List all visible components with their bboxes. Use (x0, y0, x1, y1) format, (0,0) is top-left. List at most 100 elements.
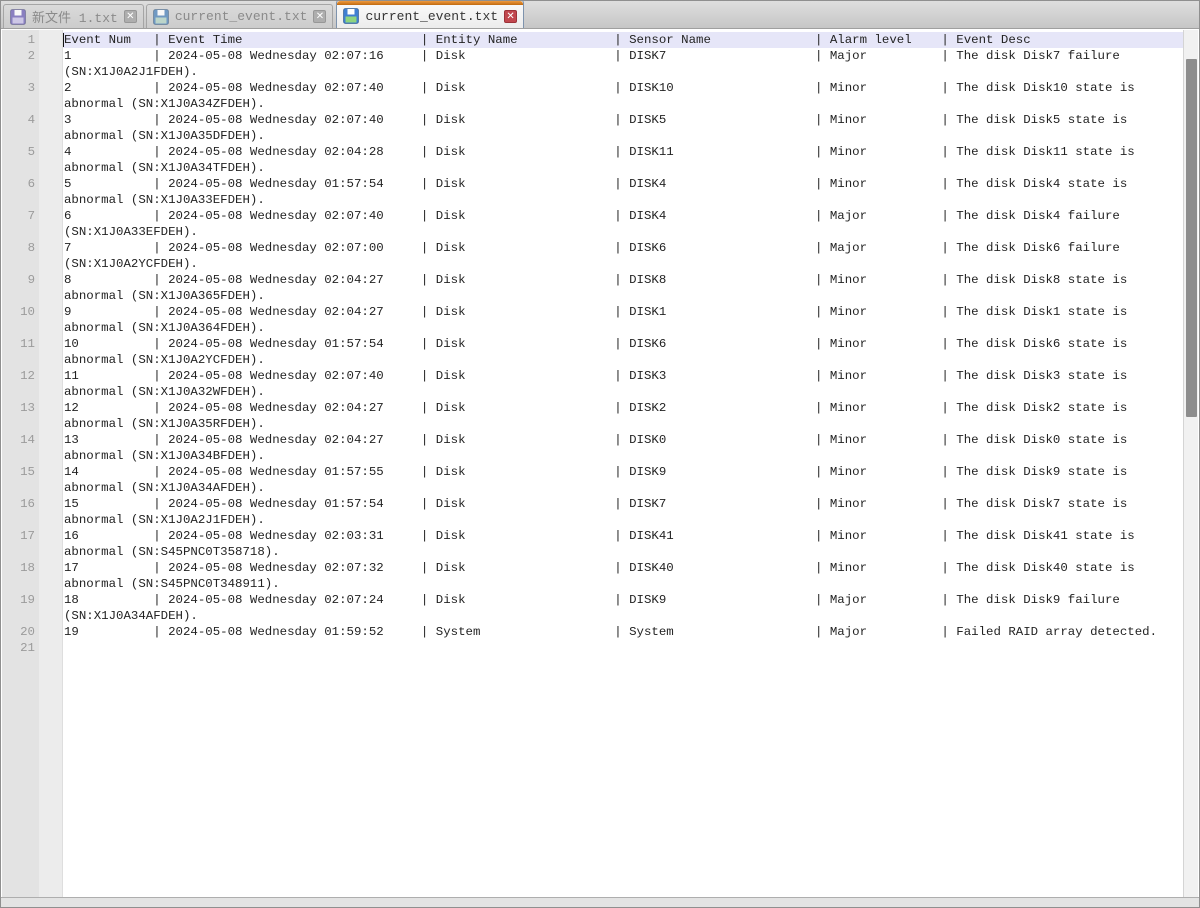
line-text-wrap[interactable]: 2 | 2024-05-08 Wednesday 02:07:40 | Disk… (63, 80, 1183, 112)
text-content[interactable]: 1Event Num | Event Time | Entity Name | … (2, 32, 1183, 656)
line-number: 11 (2, 336, 63, 352)
text-line[interactable]: 54 | 2024-05-08 Wednesday 02:04:28 | Dis… (2, 144, 1183, 176)
line-number: 4 (2, 112, 63, 128)
line-text-wrap[interactable]: 8 | 2024-05-08 Wednesday 02:04:27 | Disk… (63, 272, 1183, 304)
line-text: Event Num | Event Time | Entity Name | S… (63, 32, 1178, 48)
floppy-disk-icon (10, 9, 26, 25)
text-line[interactable]: 87 | 2024-05-08 Wednesday 02:07:00 | Dis… (2, 240, 1183, 272)
line-text: 2 | 2024-05-08 Wednesday 02:07:40 | Disk… (63, 80, 1178, 112)
text-line[interactable]: 1918 | 2024-05-08 Wednesday 02:07:24 | D… (2, 592, 1183, 624)
text-line[interactable]: 76 | 2024-05-08 Wednesday 02:07:40 | Dis… (2, 208, 1183, 240)
bottom-bar (1, 897, 1199, 907)
text-line[interactable]: 1817 | 2024-05-08 Wednesday 02:07:32 | D… (2, 560, 1183, 592)
text-line[interactable]: 1514 | 2024-05-08 Wednesday 01:57:55 | D… (2, 464, 1183, 496)
text-line[interactable]: 109 | 2024-05-08 Wednesday 02:04:27 | Di… (2, 304, 1183, 336)
tab-label: 新文件 1.txt (32, 7, 118, 26)
line-number: 15 (2, 464, 63, 480)
line-text: 1 | 2024-05-08 Wednesday 02:07:16 | Disk… (63, 48, 1178, 80)
line-text-wrap[interactable]: 7 | 2024-05-08 Wednesday 02:07:00 | Disk… (63, 240, 1183, 272)
line-number: 10 (2, 304, 63, 320)
floppy-disk-icon (343, 8, 359, 24)
text-line[interactable]: 21 (2, 640, 1183, 656)
text-line[interactable]: 1615 | 2024-05-08 Wednesday 01:57:54 | D… (2, 496, 1183, 528)
text-line[interactable]: 65 | 2024-05-08 Wednesday 01:57:54 | Dis… (2, 176, 1183, 208)
text-line[interactable]: 1110 | 2024-05-08 Wednesday 01:57:54 | D… (2, 336, 1183, 368)
line-text-wrap[interactable]: 13 | 2024-05-08 Wednesday 02:04:27 | Dis… (63, 432, 1183, 464)
line-text-wrap[interactable]: 17 | 2024-05-08 Wednesday 02:07:32 | Dis… (63, 560, 1183, 592)
text-line[interactable]: 21 | 2024-05-08 Wednesday 02:07:16 | Dis… (2, 48, 1183, 80)
line-text-wrap[interactable]: 19 | 2024-05-08 Wednesday 01:59:52 | Sys… (63, 624, 1183, 640)
tab-current-event-1[interactable]: current_event.txt ✕ (146, 4, 334, 28)
line-text-wrap[interactable]: Event Num | Event Time | Entity Name | S… (63, 32, 1183, 48)
line-text-wrap[interactable]: 10 | 2024-05-08 Wednesday 01:57:54 | Dis… (63, 336, 1183, 368)
text-line[interactable]: 1211 | 2024-05-08 Wednesday 02:07:40 | D… (2, 368, 1183, 400)
line-number: 21 (2, 640, 63, 656)
line-text: 4 | 2024-05-08 Wednesday 02:04:28 | Disk… (63, 144, 1178, 176)
line-text: 5 | 2024-05-08 Wednesday 01:57:54 | Disk… (63, 176, 1178, 208)
text-line[interactable]: 1413 | 2024-05-08 Wednesday 02:04:27 | D… (2, 432, 1183, 464)
line-text: 16 | 2024-05-08 Wednesday 02:03:31 | Dis… (63, 528, 1178, 560)
line-number: 13 (2, 400, 63, 416)
line-text: 8 | 2024-05-08 Wednesday 02:04:27 | Disk… (63, 272, 1178, 304)
line-text: 11 | 2024-05-08 Wednesday 02:07:40 | Dis… (63, 368, 1178, 400)
line-number: 19 (2, 592, 63, 608)
close-icon[interactable]: ✕ (313, 10, 326, 23)
line-number: 14 (2, 432, 63, 448)
editor-area[interactable]: 1Event Num | Event Time | Entity Name | … (2, 30, 1198, 897)
line-text-wrap[interactable]: 18 | 2024-05-08 Wednesday 02:07:24 | Dis… (63, 592, 1183, 624)
line-text-wrap[interactable]: 11 | 2024-05-08 Wednesday 02:07:40 | Dis… (63, 368, 1183, 400)
line-text: 18 | 2024-05-08 Wednesday 02:07:24 | Dis… (63, 592, 1178, 624)
line-number: 9 (2, 272, 63, 288)
line-text-wrap[interactable]: 4 | 2024-05-08 Wednesday 02:04:28 | Disk… (63, 144, 1183, 176)
line-text-wrap[interactable]: 3 | 2024-05-08 Wednesday 02:07:40 | Disk… (63, 112, 1183, 144)
line-number: 20 (2, 624, 63, 640)
line-text-wrap[interactable]: 9 | 2024-05-08 Wednesday 02:04:27 | Disk… (63, 304, 1183, 336)
close-icon[interactable]: ✕ (504, 10, 517, 23)
tab-label: current_event.txt (175, 9, 308, 24)
line-text: 9 | 2024-05-08 Wednesday 02:04:27 | Disk… (63, 304, 1178, 336)
text-line[interactable]: 2019 | 2024-05-08 Wednesday 01:59:52 | S… (2, 624, 1183, 640)
floppy-disk-icon (153, 9, 169, 25)
line-text-wrap[interactable]: 12 | 2024-05-08 Wednesday 02:04:27 | Dis… (63, 400, 1183, 432)
close-icon[interactable]: ✕ (124, 10, 137, 23)
vertical-scrollbar[interactable] (1183, 30, 1198, 897)
text-line[interactable]: 1Event Num | Event Time | Entity Name | … (2, 32, 1183, 48)
text-line[interactable]: 1716 | 2024-05-08 Wednesday 02:03:31 | D… (2, 528, 1183, 560)
line-number: 1 (2, 32, 63, 48)
text-line[interactable]: 98 | 2024-05-08 Wednesday 02:04:27 | Dis… (2, 272, 1183, 304)
line-text-wrap[interactable]: 16 | 2024-05-08 Wednesday 02:03:31 | Dis… (63, 528, 1183, 560)
line-text: 17 | 2024-05-08 Wednesday 02:07:32 | Dis… (63, 560, 1178, 592)
text-line[interactable]: 32 | 2024-05-08 Wednesday 02:07:40 | Dis… (2, 80, 1183, 112)
line-number: 17 (2, 528, 63, 544)
text-caret (63, 33, 64, 47)
line-number: 12 (2, 368, 63, 384)
line-text-wrap[interactable]: 14 | 2024-05-08 Wednesday 01:57:55 | Dis… (63, 464, 1183, 496)
line-number: 18 (2, 560, 63, 576)
line-text: 15 | 2024-05-08 Wednesday 01:57:54 | Dis… (63, 496, 1178, 528)
line-text-wrap[interactable]: 15 | 2024-05-08 Wednesday 01:57:54 | Dis… (63, 496, 1183, 528)
line-text: 7 | 2024-05-08 Wednesday 02:07:00 | Disk… (63, 240, 1178, 272)
active-tab-stripe (337, 1, 523, 5)
tab-label: current_event.txt (365, 9, 498, 24)
line-text-wrap[interactable]: 6 | 2024-05-08 Wednesday 02:07:40 | Disk… (63, 208, 1183, 240)
text-line[interactable]: 1312 | 2024-05-08 Wednesday 02:04:27 | D… (2, 400, 1183, 432)
line-number: 8 (2, 240, 63, 256)
line-text: 10 | 2024-05-08 Wednesday 01:57:54 | Dis… (63, 336, 1178, 368)
tab-new-file[interactable]: 新文件 1.txt ✕ (3, 4, 144, 28)
line-text: 6 | 2024-05-08 Wednesday 02:07:40 | Disk… (63, 208, 1178, 240)
scrollbar-thumb[interactable] (1186, 59, 1197, 417)
text-editor-window: 新文件 1.txt ✕ current_event.txt ✕ (0, 0, 1200, 908)
line-text-wrap[interactable] (63, 640, 1183, 656)
line-text: 13 | 2024-05-08 Wednesday 02:04:27 | Dis… (63, 432, 1178, 464)
line-text-wrap[interactable]: 5 | 2024-05-08 Wednesday 01:57:54 | Disk… (63, 176, 1183, 208)
line-text: 3 | 2024-05-08 Wednesday 02:07:40 | Disk… (63, 112, 1178, 144)
line-number: 5 (2, 144, 63, 160)
line-number: 16 (2, 496, 63, 512)
line-number: 6 (2, 176, 63, 192)
line-text: 12 | 2024-05-08 Wednesday 02:04:27 | Dis… (63, 400, 1178, 432)
tab-current-event-2-active[interactable]: current_event.txt ✕ (336, 0, 524, 28)
line-text: 19 | 2024-05-08 Wednesday 01:59:52 | Sys… (63, 624, 1178, 640)
tab-bar: 新文件 1.txt ✕ current_event.txt ✕ (1, 1, 1199, 29)
line-text-wrap[interactable]: 1 | 2024-05-08 Wednesday 02:07:16 | Disk… (63, 48, 1183, 80)
text-line[interactable]: 43 | 2024-05-08 Wednesday 02:07:40 | Dis… (2, 112, 1183, 144)
